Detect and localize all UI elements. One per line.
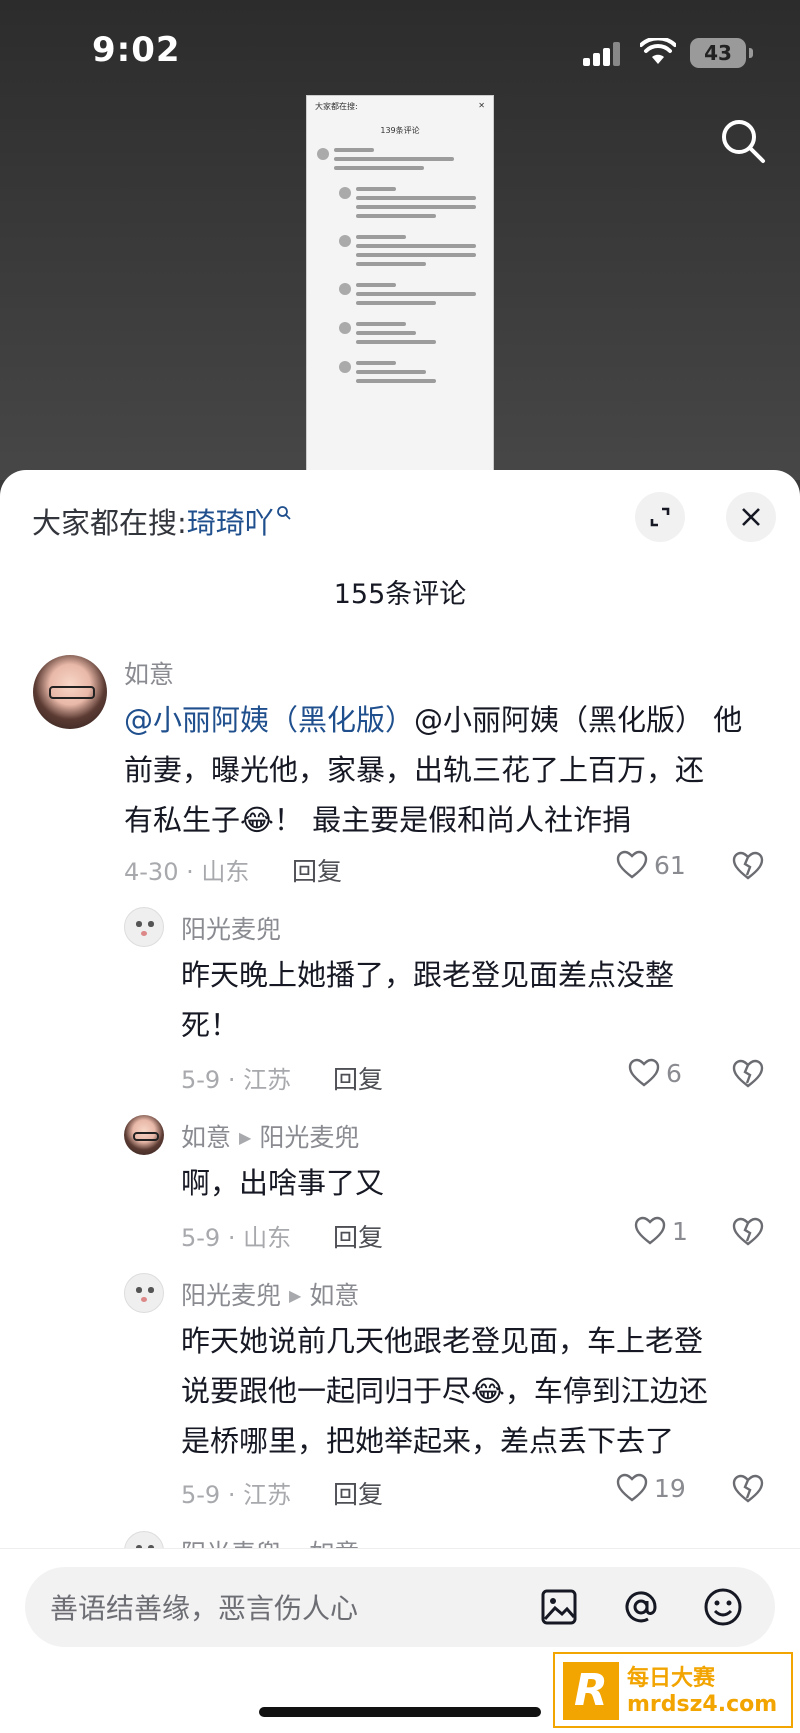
comment-text-part: 是桥哪里，把她举起来，差点丢下去了	[181, 1424, 675, 1458]
comment-text-part: 死！	[181, 1008, 240, 1042]
comment-input-placeholder: 善语结善缘，恶言伤人心	[50, 1592, 359, 1625]
thumbnail-row	[339, 187, 485, 223]
avatar[interactable]	[124, 1115, 164, 1155]
comment-text-part: 啊，出啥事了又	[181, 1166, 385, 1200]
comment-sheet: 大家都在搜:琦琦吖 155条评论 如意 @小丽阿姨（黑化版）@小丽阿姨（黑化版）…	[0, 470, 800, 1733]
expand-button[interactable]	[635, 492, 685, 542]
expand-icon	[650, 507, 670, 527]
thumbnail-row	[339, 235, 485, 271]
comment-text-part: 前妻，曝光他，家暴，出轨三花了上百万，还	[124, 753, 705, 787]
at-icon[interactable]	[617, 1583, 665, 1631]
comment-text-part: ，车停到江边还	[504, 1374, 708, 1408]
thumbnail-header-text: 大家都在搜:	[315, 102, 358, 111]
comment-text: 昨天晚上她播了，跟老登见面差点没整 死！	[181, 950, 771, 1050]
comment-username-row: 阳光麦兜 ▶ 如意	[181, 1276, 359, 1312]
comment-username[interactable]: 阳光麦兜	[181, 1281, 281, 1310]
like-button[interactable]: 61	[616, 850, 686, 880]
comment-text: @小丽阿姨（黑化版）@小丽阿姨（黑化版） 他 前妻，曝光他，家暴，出轨三花了上百…	[124, 695, 774, 845]
thumbnail-row	[339, 361, 485, 388]
heart-icon	[616, 850, 648, 879]
watermark-url: mrdsz4.com	[627, 1692, 778, 1717]
thumbnail-row	[339, 283, 485, 310]
thumbnail-header: 大家都在搜: ✕	[307, 96, 493, 117]
video-content-thumbnail[interactable]: 大家都在搜: ✕ 139条评论	[306, 95, 494, 475]
reply-arrow-icon: ▶	[289, 1286, 302, 1305]
comment-count-title: 155条评论	[333, 579, 467, 610]
laughing-crying-emoji: 😂	[471, 1374, 505, 1408]
comment-date-location: 4-30 · 山东	[124, 858, 250, 886]
comment-text-part: 说要跟他一起同归于尽	[181, 1374, 472, 1408]
hot-search-prefix: 大家都在搜:	[32, 506, 187, 540]
watermark: R 每日大赛 mrdsz4.com	[553, 1652, 793, 1728]
status-time: 9:02	[92, 30, 181, 70]
comment-text: 昨天她说前几天他跟老登见面，车上老登 说要跟他一起同归于尽😂，车停到江边还 是桥…	[181, 1316, 781, 1466]
heart-icon	[628, 1058, 660, 1087]
wifi-icon	[640, 38, 676, 64]
reply-button[interactable]: 回复	[333, 1060, 383, 1096]
watermark-title: 每日大赛	[627, 1666, 716, 1691]
hot-search-bar[interactable]: 大家都在搜:琦琦吖	[32, 500, 292, 542]
comment-username[interactable]: 如意	[181, 1123, 231, 1152]
comment-username[interactable]: 阳光麦兜	[181, 910, 281, 946]
broken-heart-icon[interactable]	[732, 851, 764, 881]
comment-text-part: 昨天她说前几天他跟老登见面，车上老登	[181, 1324, 704, 1358]
like-count: 6	[666, 1058, 682, 1088]
like-count: 19	[654, 1473, 686, 1503]
status-bar: 9:02 43	[0, 0, 800, 110]
comment-username[interactable]: 如意	[124, 655, 174, 691]
reply-button[interactable]: 回复	[333, 1475, 383, 1511]
comment-text: 啊，出啥事了又	[181, 1158, 771, 1208]
heart-icon	[634, 1216, 666, 1245]
comment-date-location: 5-9 · 山东	[181, 1224, 292, 1252]
comment-date-location: 5-9 · 江苏	[181, 1481, 292, 1509]
reply-button[interactable]: 回复	[333, 1218, 383, 1254]
like-button[interactable]: 6	[628, 1058, 682, 1088]
like-button[interactable]: 19	[616, 1473, 686, 1503]
mention-link[interactable]: @小丽阿姨（黑化版）	[124, 703, 414, 737]
thumbnail-row	[317, 148, 485, 175]
avatar[interactable]	[33, 655, 107, 729]
thumbnail-close-icon: ✕	[478, 101, 485, 110]
like-count: 1	[672, 1216, 688, 1246]
search-icon[interactable]	[718, 116, 768, 166]
avatar[interactable]	[124, 907, 164, 947]
comment-text-part: ！ 最主要是假和尚人社诈捐	[273, 803, 632, 837]
like-button[interactable]: 1	[634, 1216, 688, 1246]
battery-level: 43	[704, 41, 732, 65]
signal-icon	[583, 42, 623, 66]
like-count: 61	[654, 850, 686, 880]
reply-button[interactable]: 回复	[292, 852, 342, 888]
small-search-icon	[276, 506, 291, 520]
reply-arrow-icon: ▶	[239, 1128, 252, 1147]
broken-heart-icon[interactable]	[732, 1474, 764, 1504]
heart-icon	[616, 1473, 648, 1502]
avatar[interactable]	[124, 1273, 164, 1313]
reply-to-username[interactable]: 如意	[309, 1281, 359, 1310]
thumbnail-comment-count: 139条评论	[380, 126, 420, 135]
comment-text-part: 昨天晚上她播了，跟老登见面差点没整	[181, 958, 675, 992]
broken-heart-icon[interactable]	[732, 1059, 764, 1089]
comment-date-location: 5-9 · 江苏	[181, 1066, 292, 1094]
broken-heart-icon[interactable]	[732, 1217, 764, 1247]
reply-to-username[interactable]: 阳光麦兜	[259, 1123, 359, 1152]
close-icon	[742, 508, 760, 526]
battery-icon: 43	[690, 38, 753, 68]
hot-search-keyword[interactable]: 琦琦吖	[187, 506, 274, 540]
thumbnail-row	[339, 322, 485, 349]
watermark-logo: R	[563, 1662, 619, 1720]
emoji-icon[interactable]	[699, 1583, 747, 1631]
close-button[interactable]	[726, 492, 776, 542]
image-icon[interactable]	[535, 1583, 583, 1631]
home-indicator	[259, 1707, 541, 1717]
comment-text-part: 有私生子	[124, 803, 241, 837]
laughing-crying-emoji: 😂	[240, 803, 274, 837]
comment-text-part: @小丽阿姨（黑化版） 他	[414, 703, 743, 737]
comment-username-row: 如意 ▶ 阳光麦兜	[181, 1118, 359, 1154]
comment-input[interactable]: 善语结善缘，恶言伤人心	[25, 1567, 775, 1647]
